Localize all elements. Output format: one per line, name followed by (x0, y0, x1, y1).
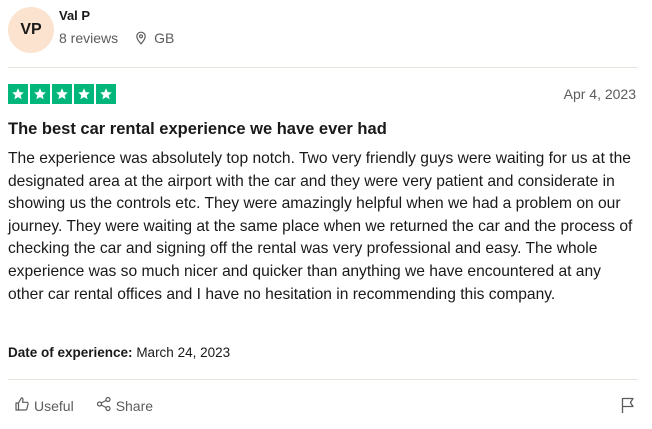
star-icon (30, 84, 50, 104)
share-label: Share (115, 397, 154, 414)
star-icon (8, 84, 28, 104)
review-count: 8 reviews (59, 30, 119, 46)
flag-icon (620, 397, 636, 418)
divider (8, 67, 638, 68)
experience-date: March 24, 2023 (136, 345, 231, 360)
review-date: Apr 4, 2023 (563, 86, 636, 102)
reviewer-country: GB (154, 30, 175, 46)
avatar[interactable]: VP (8, 7, 54, 53)
reviewer-name[interactable]: Val P (59, 8, 90, 23)
avatar-initials: VP (20, 21, 42, 38)
star-icon (52, 84, 72, 104)
share-button[interactable]: Share (96, 396, 153, 415)
thumbs-up-icon (14, 396, 30, 415)
useful-button[interactable]: Useful (14, 396, 74, 415)
review-actions: Useful Share (14, 396, 153, 415)
share-icon (96, 396, 112, 415)
review-text: The experience was absolutely top notch.… (8, 150, 633, 303)
star-icon (74, 84, 94, 104)
experience-label: Date of experience: (8, 345, 133, 360)
reviewer-meta: 8 reviews GB (59, 30, 174, 46)
report-flag-button[interactable] (620, 396, 636, 419)
useful-label: Useful (34, 397, 74, 414)
star-icon (96, 84, 116, 104)
review-title[interactable]: The best car rental experience we have e… (8, 120, 387, 139)
divider (8, 379, 638, 380)
location-pin-icon (134, 31, 148, 45)
star-rating (8, 84, 116, 104)
date-of-experience: Date of experience: March 24, 2023 (8, 345, 230, 360)
review-card: VP Val P 8 reviews GB Apr 4, 2023 The be… (0, 0, 652, 429)
